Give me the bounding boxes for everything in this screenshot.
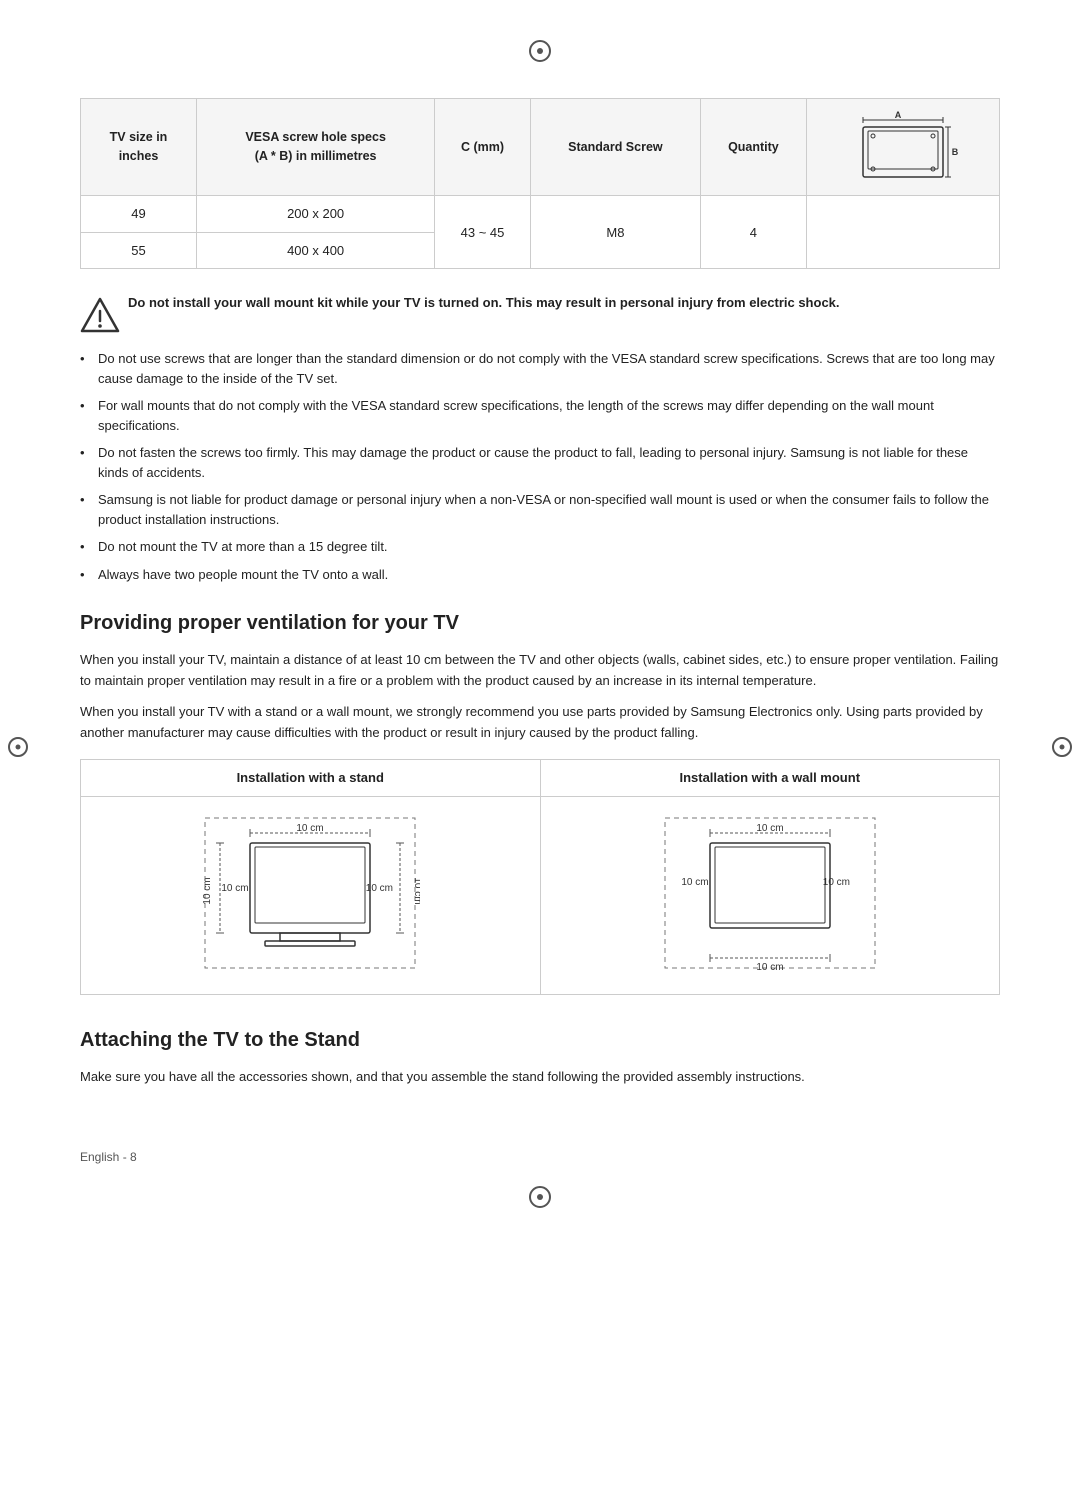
install-wall-cell: 10 cm 10 cm 10 cm 10 cm [540, 796, 1000, 995]
svg-text:10 cm: 10 cm [366, 883, 393, 894]
svg-text:10 cm: 10 cm [222, 883, 249, 894]
list-item: Do not mount the TV at more than a 15 de… [80, 537, 1000, 557]
right-circle-icon [1052, 737, 1072, 757]
list-item: Samsung is not liable for product damage… [80, 490, 1000, 529]
quantity-cell: 4 [701, 196, 807, 269]
svg-text:10 cm: 10 cm [756, 962, 783, 973]
wall-diagram-svg: 10 cm 10 cm 10 cm 10 cm [660, 813, 880, 973]
bottom-circle-icon [529, 1186, 551, 1208]
stand-diagram: 10 cm 10 cm 10 cm 10 cm [200, 813, 420, 979]
bullet-list: Do not use screws that are longer than t… [80, 349, 1000, 584]
install-stand-cell: 10 cm 10 cm 10 cm 10 cm [81, 796, 541, 995]
page-footer: English - 8 [80, 1148, 1000, 1166]
ventilation-heading: Providing proper ventilation for your TV [80, 608, 1000, 638]
vesa-diagram-svg: A B [848, 107, 958, 182]
svg-text:10 cm: 10 cm [297, 823, 324, 834]
vesa-table: TV size ininches VESA screw hole specs(A… [80, 98, 1000, 270]
warning-icon [80, 295, 116, 331]
wall-diagram: 10 cm 10 cm 10 cm 10 cm [660, 813, 880, 979]
tv-size-cell: 49 [81, 196, 197, 233]
vesa-cell-2: 400 x 400 [196, 232, 434, 269]
col-header-quantity: Quantity [701, 98, 807, 196]
svg-text:A: A [895, 110, 902, 120]
col-header-tv-size: TV size ininches [81, 98, 197, 196]
ventilation-paragraph2: When you install your TV with a stand or… [80, 702, 1000, 744]
stand-diagram-svg: 10 cm 10 cm 10 cm 10 cm [200, 813, 420, 973]
svg-text:B: B [952, 147, 958, 157]
ventilation-paragraph1: When you install your TV, maintain a dis… [80, 650, 1000, 692]
install-table: Installation with a stand Installation w… [80, 759, 1000, 995]
bottom-decoration [80, 1186, 1000, 1214]
col-header-vesa: VESA screw hole specs(A * B) in millimet… [196, 98, 434, 196]
vesa-cell: 200 x 200 [196, 196, 434, 233]
screw-cell: M8 [530, 196, 700, 269]
col-header-c-mm: C (mm) [435, 98, 530, 196]
svg-text:10 cm: 10 cm [756, 823, 783, 834]
top-circle-icon [529, 40, 551, 62]
list-item: Do not use screws that are longer than t… [80, 349, 1000, 388]
svg-text:10 cm: 10 cm [823, 877, 850, 888]
left-circle-icon [8, 737, 28, 757]
warning-bold: Do not install your wall mount kit while… [128, 295, 840, 310]
list-item: For wall mounts that do not comply with … [80, 396, 1000, 435]
table-row: 49 200 x 200 43 ~ 45 M8 4 [81, 196, 1000, 233]
left-side-decoration [8, 737, 28, 757]
warning-box: Do not install your wall mount kit while… [80, 293, 1000, 331]
col-header-standard-screw: Standard Screw [530, 98, 700, 196]
svg-text:10 cm: 10 cm [681, 877, 708, 888]
diagram-cell [806, 196, 999, 269]
c-mm-cell: 43 ~ 45 [435, 196, 530, 269]
page-number: English - 8 [80, 1150, 137, 1164]
attaching-heading: Attaching the TV to the Stand [80, 1025, 1000, 1055]
install-wall-header: Installation with a wall mount [540, 760, 1000, 797]
top-decoration [80, 40, 1000, 68]
attaching-paragraph: Make sure you have all the accessories s… [80, 1067, 1000, 1088]
col-header-diagram: A B [806, 98, 999, 196]
tv-size-cell-2: 55 [81, 232, 197, 269]
warning-text: Do not install your wall mount kit while… [128, 293, 840, 313]
list-item: Do not fasten the screws too firmly. Thi… [80, 443, 1000, 482]
install-stand-header: Installation with a stand [81, 760, 541, 797]
list-item: Always have two people mount the TV onto… [80, 565, 1000, 585]
svg-text:10 cm: 10 cm [412, 877, 420, 904]
svg-text:10 cm: 10 cm [202, 877, 213, 904]
right-side-decoration [1052, 737, 1072, 757]
